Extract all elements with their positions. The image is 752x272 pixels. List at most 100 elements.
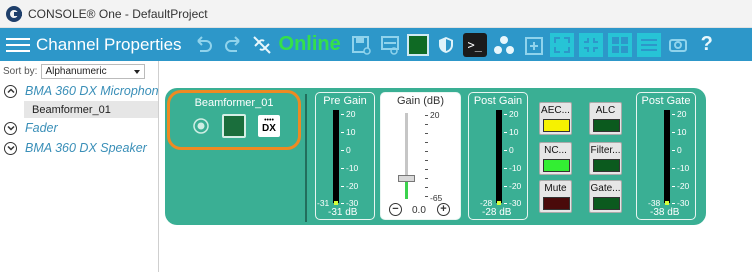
nc-button[interactable]: NC... [539, 142, 572, 175]
post-gate-strip: Post Gate 20 10 0 -10 -20 -30 -38 -38 dB [636, 92, 696, 220]
scale-label: -10 [346, 163, 359, 173]
dx-logo: •••• DX [258, 115, 280, 137]
expand-chevron-icon[interactable] [4, 141, 17, 155]
channel-name: Beamformer_01 [194, 97, 274, 109]
scale-tick [672, 186, 675, 187]
camera-settings-icon[interactable] [666, 33, 690, 57]
filter-button[interactable]: Filter... [589, 142, 622, 175]
scale-tick [425, 187, 428, 188]
expand-icon[interactable] [549, 32, 574, 57]
channel-panel: Beamformer_01 •••• DX Pre Gain 20 10 0 -… [165, 88, 706, 225]
scale-tick [425, 151, 428, 152]
scale-tick [672, 132, 675, 133]
add-box-icon[interactable] [521, 33, 545, 57]
title-bar: CONSOLE® One - DefaultProject [0, 0, 752, 28]
channel-icons: •••• DX [192, 114, 280, 138]
disconnect-link-icon[interactable] [250, 33, 274, 57]
strip-title: Pre Gain [323, 95, 367, 107]
gain-slider-thumb[interactable] [398, 175, 415, 182]
alc-label: ALC [595, 105, 616, 116]
scale-label: 20 [677, 109, 687, 119]
scale-tick [425, 178, 428, 179]
scale-label: 20 [509, 109, 519, 119]
channel-tree-panel: Sort by: Alphanumeric BMA 360 DX Microph… [0, 61, 159, 272]
meter-level-indicator [334, 201, 338, 205]
strip-title: Post Gain [473, 95, 523, 107]
redo-icon[interactable] [221, 33, 245, 57]
scale-tick [341, 114, 344, 115]
grid-view-icon[interactable] [607, 32, 632, 57]
undo-icon[interactable] [192, 33, 216, 57]
gain-decrease-button[interactable]: − [389, 203, 402, 216]
tree-item-fader[interactable]: Fader [0, 118, 158, 138]
scale-tick [425, 124, 428, 125]
aec-indicator [543, 119, 570, 132]
mute-button[interactable]: Mute [539, 180, 572, 213]
scale-tick [341, 186, 344, 187]
scale-tick [504, 114, 507, 115]
shield-icon[interactable] [434, 33, 458, 57]
pre-gain-meter [333, 110, 339, 203]
help-icon[interactable]: ? [695, 33, 719, 57]
alc-indicator [593, 119, 620, 132]
toolbar-icons: Online >_ ? [192, 28, 724, 61]
scale-tick [341, 132, 344, 133]
tree-item-microphone[interactable]: BMA 360 DX Microphone [0, 81, 158, 101]
scale-tick [504, 203, 507, 204]
device-settings-icon[interactable] [378, 33, 402, 57]
scale-label: -20 [677, 181, 690, 191]
gain-scale-bottom: -65 [430, 193, 443, 203]
collapse-chevron-icon[interactable] [4, 84, 17, 98]
menu-icon[interactable] [6, 35, 30, 55]
page-title: Channel Properties [36, 34, 182, 54]
scale-label: -10 [677, 163, 690, 173]
aec-label: AEC... [541, 105, 570, 116]
gain-slider-fill [405, 179, 408, 199]
gain-increase-button[interactable]: + [437, 203, 450, 216]
collapse-icon[interactable] [578, 32, 603, 57]
tree-item-beamformer[interactable]: Beamformer_01 [24, 101, 158, 118]
scale-label: -20 [509, 181, 522, 191]
gain-value-input[interactable]: 0.0 [412, 205, 426, 216]
sort-value: Alphanumeric [45, 65, 107, 77]
gain-fader-box: Gain (dB) 20 -65 − 0.0 + [380, 92, 461, 220]
save-icon[interactable] [349, 33, 373, 57]
beamformer-header[interactable]: Beamformer_01 •••• DX [167, 90, 301, 150]
gate-button[interactable]: Gate... [589, 180, 622, 213]
scale-tick [425, 196, 428, 197]
scale-tick [425, 115, 428, 116]
scale-label: 0 [346, 145, 351, 155]
scale-label: -20 [346, 181, 359, 191]
gain-scale-top: 20 [430, 110, 440, 120]
scale-tick [504, 168, 507, 169]
terminal-icon[interactable]: >_ [462, 32, 487, 57]
sort-dropdown[interactable]: Alphanumeric [41, 63, 146, 79]
console-logo-icon [6, 5, 22, 22]
scale-tick [504, 186, 507, 187]
strip-title: Gain (dB) [396, 95, 445, 107]
tree-item-speaker[interactable]: BMA 360 DX Speaker [0, 138, 158, 158]
led-toggle-icon[interactable] [406, 33, 429, 56]
scale-tick [672, 203, 675, 204]
post-gain-meter [496, 110, 502, 203]
scale-tick [341, 150, 344, 151]
channel-select-button[interactable] [222, 114, 246, 138]
microphone-icon [193, 118, 209, 134]
aec-button[interactable]: AEC... [539, 102, 572, 135]
scale-label: 10 [677, 127, 687, 137]
post-gate-readout: -38 dB [650, 207, 680, 218]
scale-tick [425, 160, 428, 161]
sort-bar: Sort by: Alphanumeric [0, 61, 158, 81]
scale-tick [672, 114, 675, 115]
alc-button[interactable]: ALC [589, 102, 622, 135]
network-icon[interactable] [492, 33, 516, 57]
list-view-icon[interactable] [636, 32, 661, 57]
scale-tick [672, 168, 675, 169]
window-title: CONSOLE® One - DefaultProject [28, 6, 208, 21]
expand-chevron-icon[interactable] [4, 121, 17, 135]
mute-label: Mute [544, 183, 567, 194]
pre-gain-strip: Pre Gain 20 10 0 -10 -20 -30 -31 -31 dB [315, 92, 375, 220]
panel-divider [305, 94, 307, 222]
tree-item-label: BMA 360 DX Microphone [25, 84, 159, 98]
scale-tick [672, 150, 675, 151]
